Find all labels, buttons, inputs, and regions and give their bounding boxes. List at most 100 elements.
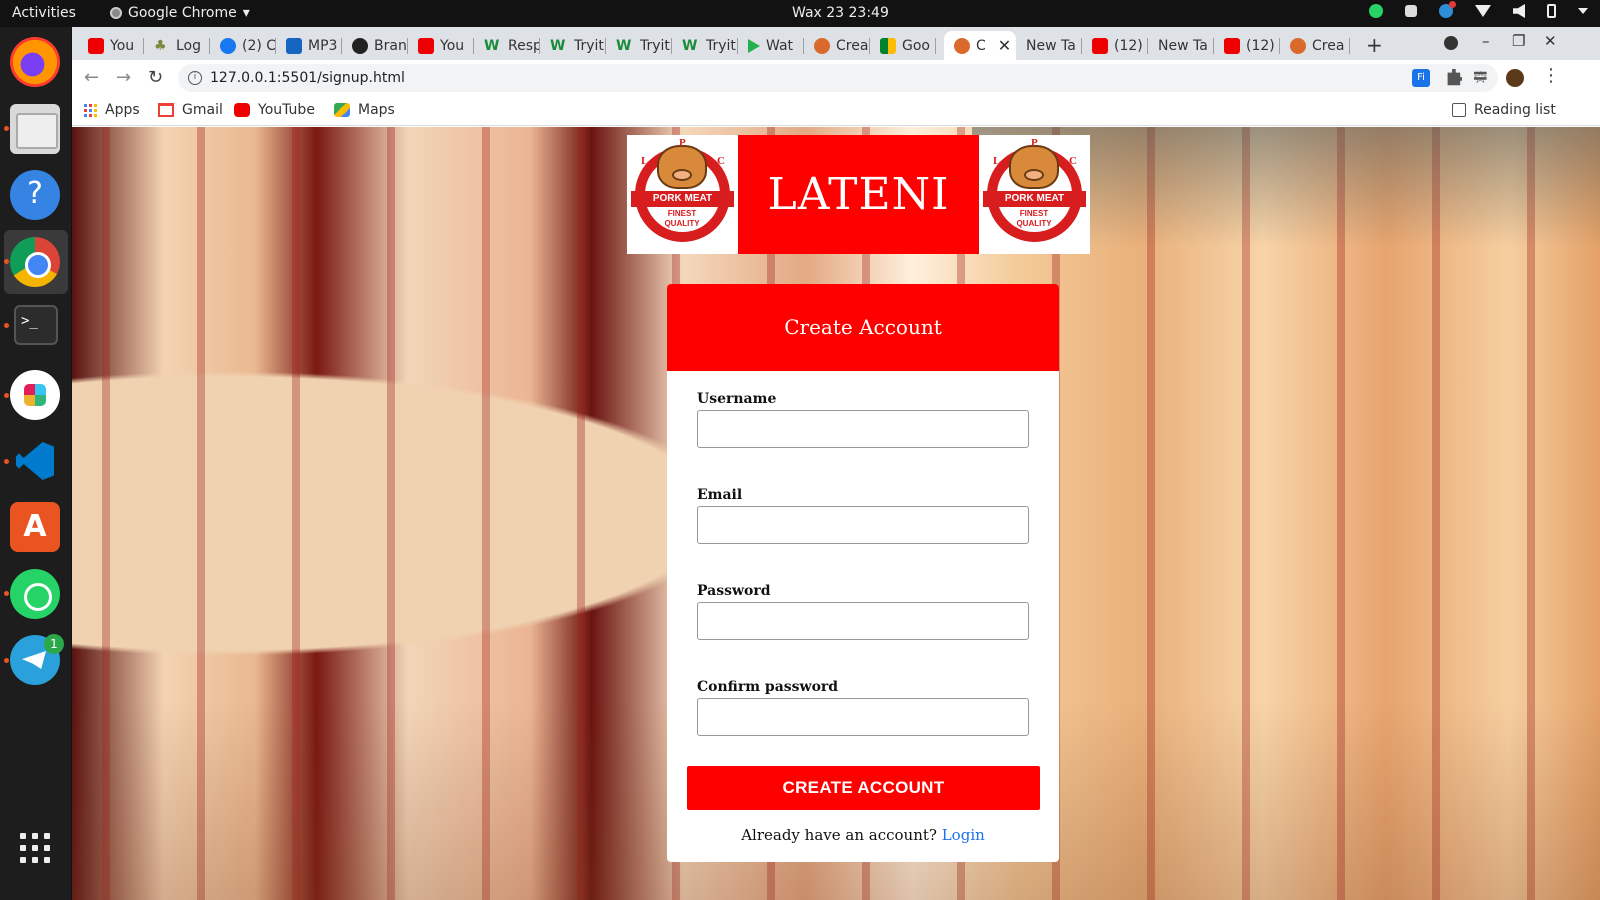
battery-icon[interactable] xyxy=(1547,4,1556,18)
volume-icon[interactable] xyxy=(1513,4,1525,18)
logo-ribbon-text: PORK MEAT xyxy=(631,191,734,207)
logo-letter: L xyxy=(993,155,1001,167)
tab[interactable]: Crea xyxy=(1280,31,1350,60)
tab-label: New Ta xyxy=(1158,37,1208,54)
back-icon[interactable]: ← xyxy=(84,67,99,88)
vscode-icon[interactable] xyxy=(10,436,60,486)
w3-icon: W xyxy=(682,37,698,54)
site-info-icon[interactable]: i xyxy=(188,71,202,85)
profile-avatar[interactable] xyxy=(1506,69,1524,87)
youtube-icon xyxy=(1224,37,1240,54)
login-link[interactable]: Login xyxy=(942,826,985,844)
wifi-icon[interactable] xyxy=(1475,5,1491,17)
login-prompt: Already have an account? Login xyxy=(667,826,1059,844)
w3-icon: W xyxy=(484,37,500,54)
reload-icon[interactable]: ↻ xyxy=(148,67,163,88)
running-indicator xyxy=(4,393,9,398)
youtube-icon xyxy=(1092,37,1108,54)
bookmark-youtube[interactable]: YouTube xyxy=(234,102,315,118)
tab[interactable]: W Tryit xyxy=(540,31,606,60)
forward-icon[interactable]: → xyxy=(116,67,131,88)
bookmark-maps[interactable]: Maps xyxy=(334,102,395,118)
extension-fi-icon[interactable]: Fi xyxy=(1412,69,1430,87)
youtube-icon xyxy=(418,37,434,54)
firefox-icon[interactable] xyxy=(10,37,60,87)
telegram-badge: 1 xyxy=(44,634,64,654)
browser-toolbar: ← → ↻ i 127.0.0.1:5501/signup.html ☆ Fi xyxy=(72,60,1600,96)
clock[interactable]: Wax 23 23:49 xyxy=(792,5,889,21)
tab[interactable]: W Resp xyxy=(474,31,540,60)
files-icon[interactable] xyxy=(10,104,60,154)
software-store-icon[interactable]: A xyxy=(10,502,60,552)
tab[interactable]: W Tryit xyxy=(606,31,672,60)
address-bar[interactable]: i 127.0.0.1:5501/signup.html ☆ xyxy=(178,64,1498,92)
email-input[interactable] xyxy=(697,506,1029,544)
tab-label: Tryit xyxy=(640,37,670,54)
confirm-password-input[interactable] xyxy=(697,698,1029,736)
tab[interactable]: W Tryit xyxy=(672,31,738,60)
password-input[interactable] xyxy=(697,602,1029,640)
bookmark-gmail[interactable]: Gmail xyxy=(158,102,223,118)
whatsapp-tray-icon[interactable] xyxy=(1369,4,1383,18)
help-icon[interactable]: ? xyxy=(10,170,60,220)
close-tab-icon[interactable]: ✕ xyxy=(998,36,1011,55)
signup-card: Create Account Username Email Password C… xyxy=(667,284,1059,862)
chrome-icon[interactable] xyxy=(10,237,60,287)
activities-button[interactable]: Activities xyxy=(12,5,76,21)
power-menu-icon[interactable] xyxy=(1578,8,1588,14)
tab[interactable]: ♣ Log xyxy=(144,31,210,60)
brand-header: PORK MEAT FINEST QUALITY L P C LATENI PO… xyxy=(627,135,1090,254)
tab-search-icon[interactable] xyxy=(1444,36,1458,50)
app-menu[interactable]: Google Chrome ▾ xyxy=(110,5,250,21)
reading-list-button[interactable]: Reading list xyxy=(1452,102,1556,118)
tab[interactable]: New Ta xyxy=(1148,31,1214,60)
tab-label: Crea xyxy=(836,37,869,54)
slack-tray-icon[interactable] xyxy=(1405,5,1417,17)
telegram-tray-icon[interactable] xyxy=(1439,1,1456,18)
chrome-menu-icon[interactable] xyxy=(1542,65,1560,87)
tab-active[interactable]: C ✕ xyxy=(944,31,1016,60)
running-indicator xyxy=(4,459,9,464)
bookmark-label: Maps xyxy=(358,102,395,118)
apps-grid-icon xyxy=(84,103,97,117)
logo-sub-text: FINEST QUALITY xyxy=(664,209,700,228)
tab[interactable]: (2) C xyxy=(210,31,276,60)
tab[interactable]: Goo xyxy=(870,31,936,60)
tab[interactable]: Bran xyxy=(342,31,408,60)
create-account-button[interactable]: CREATE ACCOUNT xyxy=(687,766,1040,810)
youtube-icon xyxy=(234,103,250,117)
minimize-icon[interactable]: – xyxy=(1482,32,1490,50)
tab-strip: You ♣ Log (2) C MP3 Bran You W Resp W Tryit… xyxy=(72,27,1600,60)
tab[interactable]: MP3 xyxy=(276,31,342,60)
bookmark-apps[interactable]: Apps xyxy=(84,102,140,118)
logo-letter: C xyxy=(1069,155,1077,167)
maximize-icon[interactable]: ❐ xyxy=(1512,32,1525,50)
system-tray[interactable] xyxy=(1369,1,1588,18)
terminal-icon[interactable]: >_ xyxy=(14,305,58,345)
slack-icon[interactable] xyxy=(10,370,60,420)
tab[interactable]: (12) xyxy=(1214,31,1280,60)
new-tab-button[interactable]: + xyxy=(1366,33,1383,57)
tab-label: You xyxy=(110,37,135,54)
pig-icon xyxy=(1009,145,1059,189)
show-apps-icon[interactable] xyxy=(20,833,50,863)
logo-sub-text: FINEST QUALITY xyxy=(1016,209,1052,228)
whatsapp-icon[interactable] xyxy=(10,569,60,619)
facebook-icon xyxy=(220,37,236,54)
logo-letter: P xyxy=(1031,137,1038,149)
tab[interactable]: You xyxy=(408,31,474,60)
youtube-icon xyxy=(88,37,104,54)
tab[interactable]: Crea xyxy=(804,31,870,60)
username-label: Username xyxy=(697,391,777,407)
app-menu-label: Google Chrome xyxy=(128,5,237,21)
tab[interactable]: New Ta xyxy=(1016,31,1082,60)
tab-label: MP3 xyxy=(308,37,338,54)
tab[interactable]: (12) xyxy=(1082,31,1148,60)
running-indicator xyxy=(4,658,9,663)
logo-letter: L xyxy=(641,155,649,167)
tab[interactable]: Wat xyxy=(738,31,804,60)
chrome-small-icon xyxy=(110,7,122,19)
tab[interactable]: You xyxy=(78,31,144,60)
username-input[interactable] xyxy=(697,410,1029,448)
window-close-icon[interactable]: ✕ xyxy=(1544,32,1557,50)
